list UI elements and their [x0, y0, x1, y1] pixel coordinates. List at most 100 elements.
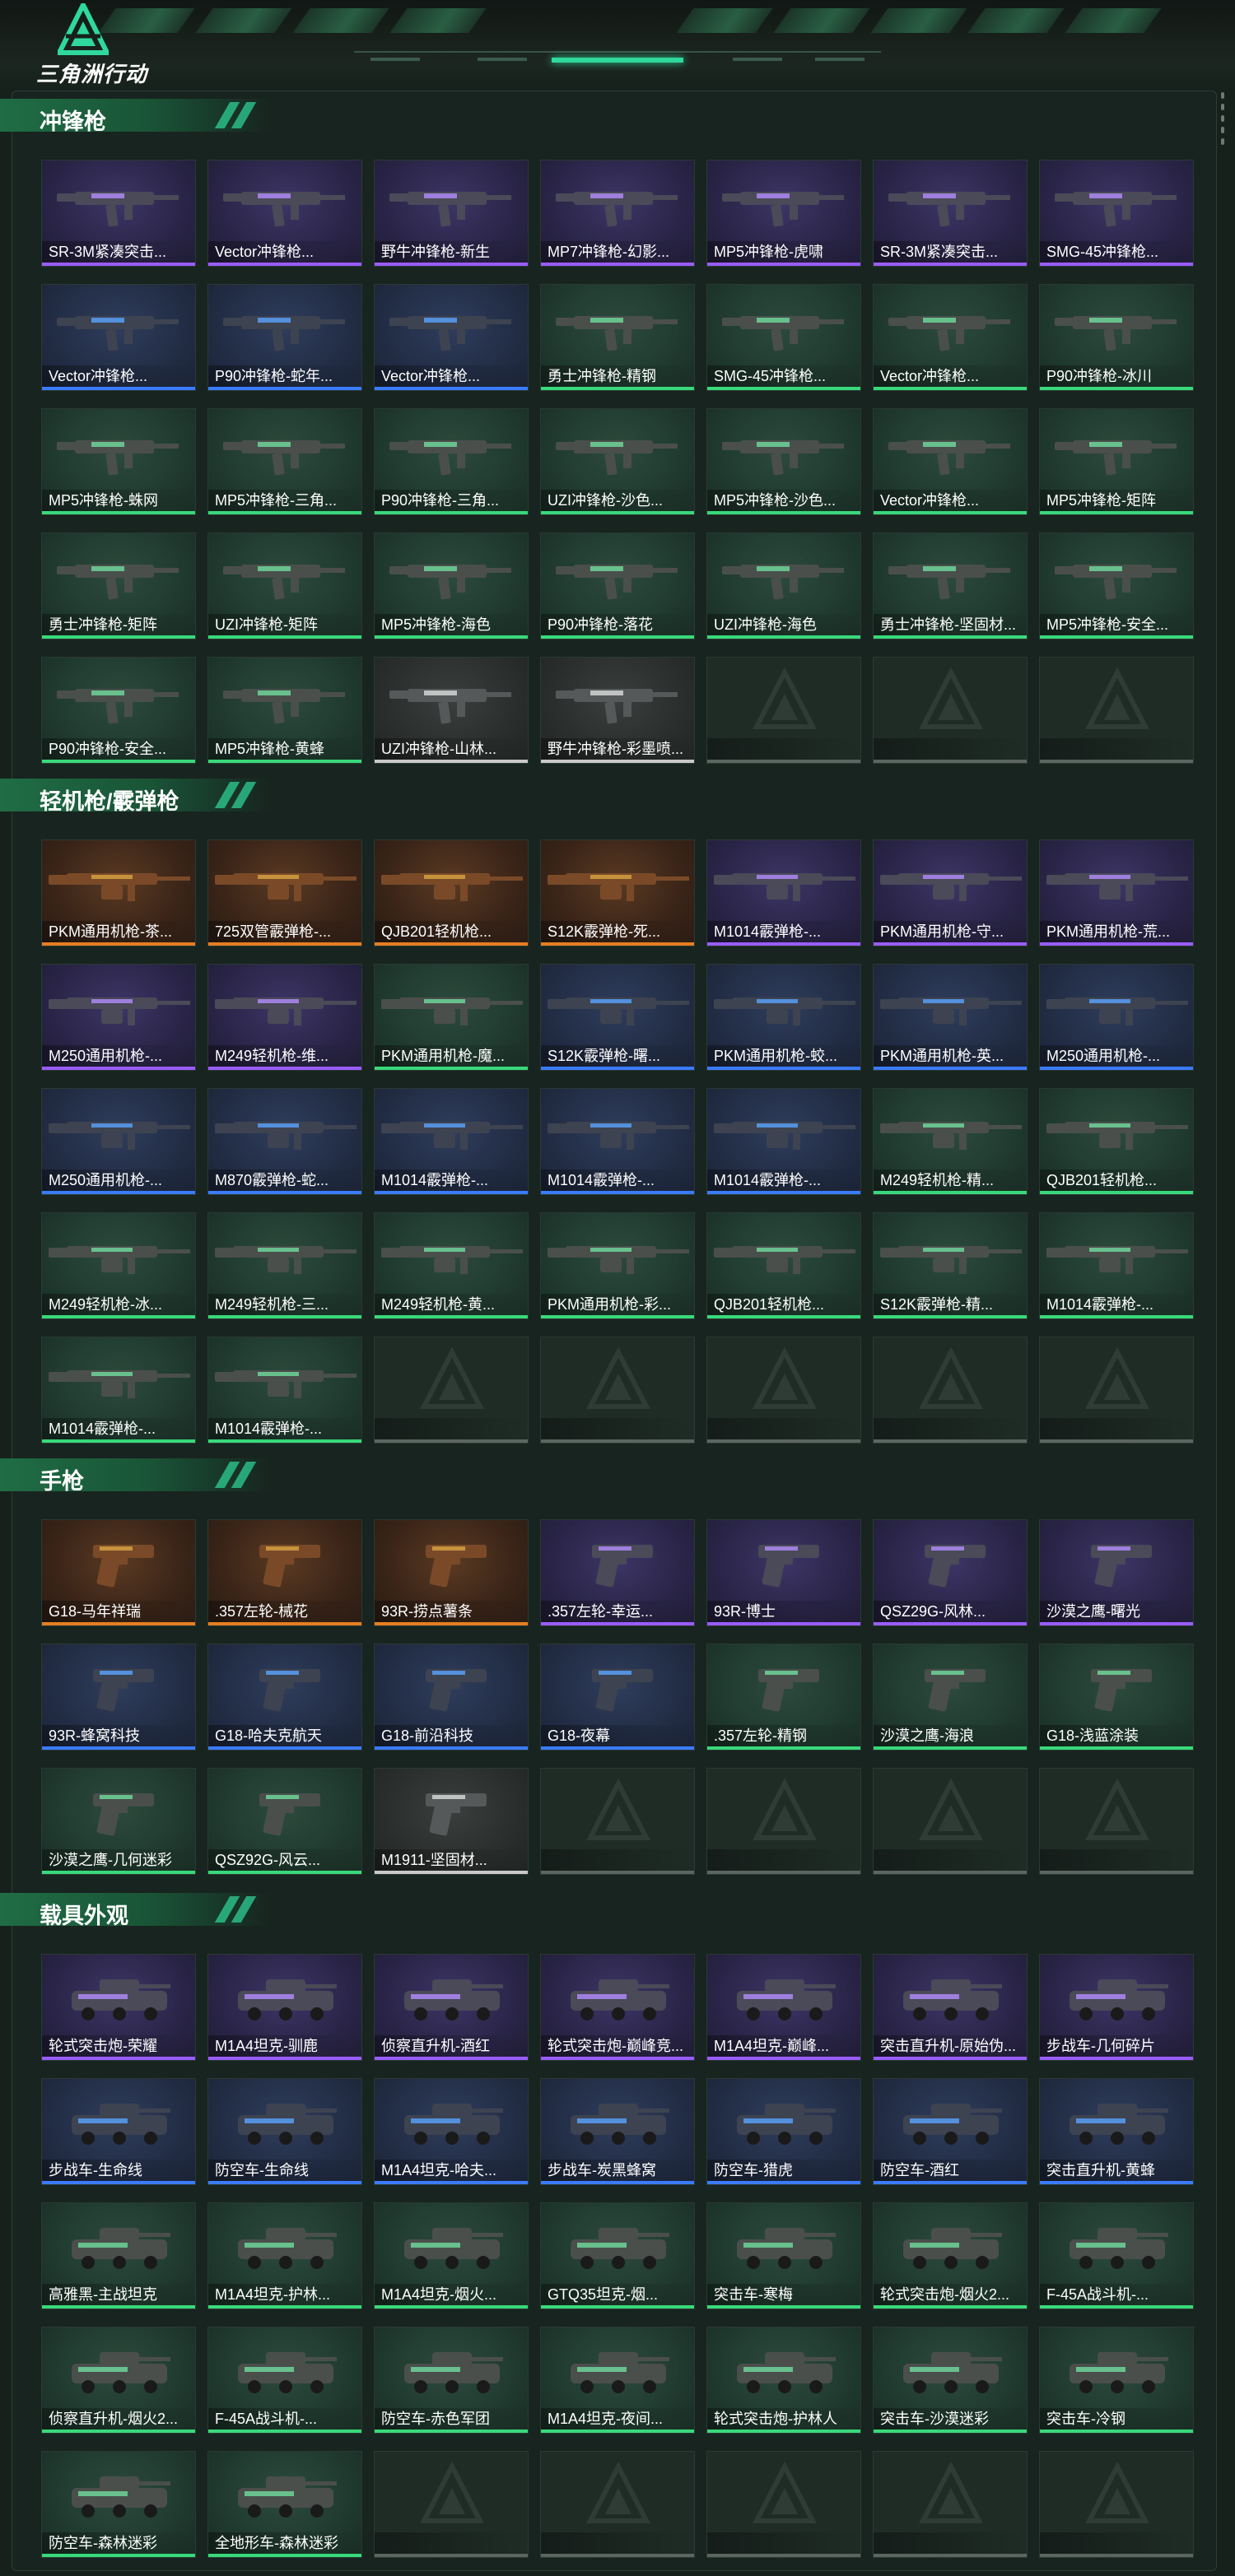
- skin-card[interactable]: MP5冲锋枪-蛛网: [41, 408, 196, 515]
- skin-card[interactable]: M1A4坦克-巅峰...: [706, 1954, 861, 2061]
- skin-card[interactable]: M1014霰弹枪-...: [706, 1088, 861, 1195]
- skin-card[interactable]: MP5冲锋枪-矩阵: [1039, 408, 1194, 515]
- skin-card[interactable]: G18-夜幕: [540, 1644, 695, 1751]
- skin-card[interactable]: 沙漠之鹰-几何迷彩: [41, 1768, 196, 1875]
- skin-card[interactable]: 93R-捞点薯条: [374, 1519, 529, 1626]
- skin-card[interactable]: 勇士冲锋枪-精钢: [540, 284, 695, 391]
- skin-card[interactable]: 侦察直升机-酒红: [374, 1954, 529, 2061]
- skin-card[interactable]: 野牛冲锋枪-新生: [374, 160, 529, 267]
- skin-card[interactable]: G18-浅蓝涂装: [1039, 1644, 1194, 1751]
- skin-card[interactable]: MP5冲锋枪-安全...: [1039, 532, 1194, 639]
- skin-card[interactable]: M250通用机枪-...: [41, 964, 196, 1071]
- skin-card[interactable]: 勇士冲锋枪-矩阵: [41, 532, 196, 639]
- skin-card[interactable]: MP5冲锋枪-海色: [374, 532, 529, 639]
- skin-card[interactable]: UZI冲锋枪-海色: [706, 532, 861, 639]
- skin-card[interactable]: M1014霰弹枪-...: [374, 1088, 529, 1195]
- skin-card[interactable]: M1014霰弹枪-...: [41, 1337, 196, 1444]
- skin-card[interactable]: 725双管霰弹枪-...: [207, 839, 362, 946]
- skin-card[interactable]: 轮式突击炮-护林人: [706, 2327, 861, 2434]
- skin-card[interactable]: M250通用机枪-...: [1039, 964, 1194, 1071]
- skin-card[interactable]: M870霰弹枪-蛇...: [207, 1088, 362, 1195]
- skin-card[interactable]: P90冲锋枪-蛇年...: [207, 284, 362, 391]
- skin-card[interactable]: PKM通用机枪-茶...: [41, 839, 196, 946]
- skin-card[interactable]: M1A4坦克-护林...: [207, 2202, 362, 2309]
- scrollbar[interactable]: [1220, 92, 1225, 158]
- skin-card[interactable]: Vector冲锋枪...: [873, 408, 1028, 515]
- skin-card[interactable]: M249轻机枪-冰...: [41, 1212, 196, 1319]
- skin-card[interactable]: QJB201轻机枪...: [374, 839, 529, 946]
- skin-card[interactable]: MP5冲锋枪-虎啸: [706, 160, 861, 267]
- skin-card[interactable]: Vector冲锋枪...: [41, 284, 196, 391]
- skin-card[interactable]: 防空车-生命线: [207, 2078, 362, 2185]
- skin-card[interactable]: MP5冲锋枪-三角...: [207, 408, 362, 515]
- skin-card[interactable]: PKM通用机枪-荒...: [1039, 839, 1194, 946]
- skin-card[interactable]: F-45A战斗机-...: [207, 2327, 362, 2434]
- skin-card[interactable]: 防空车-赤色军团: [374, 2327, 529, 2434]
- skin-card[interactable]: M1014霰弹枪-...: [706, 839, 861, 946]
- skin-card[interactable]: M249轻机枪-三...: [207, 1212, 362, 1319]
- skin-card[interactable]: SMG-45冲锋枪...: [706, 284, 861, 391]
- skin-card[interactable]: P90冲锋枪-三角...: [374, 408, 529, 515]
- skin-card[interactable]: PKM通用机枪-蛟...: [706, 964, 861, 1071]
- skin-card[interactable]: 93R-蜂窝科技: [41, 1644, 196, 1751]
- skin-card[interactable]: 突击车-沙漠迷彩: [873, 2327, 1028, 2434]
- skin-card[interactable]: UZI冲锋枪-山林...: [374, 657, 529, 764]
- skin-card[interactable]: MP5冲锋枪-黄蜂: [207, 657, 362, 764]
- skin-card[interactable]: P90冲锋枪-落花: [540, 532, 695, 639]
- skin-card[interactable]: UZI冲锋枪-沙色...: [540, 408, 695, 515]
- skin-card[interactable]: 步战车-炭黑蜂窝: [540, 2078, 695, 2185]
- skin-card[interactable]: QJB201轻机枪...: [706, 1212, 861, 1319]
- skin-card[interactable]: 侦察直升机-烟火2...: [41, 2327, 196, 2434]
- skin-card[interactable]: M1911-坚固材...: [374, 1768, 529, 1875]
- skin-card[interactable]: QSZ92G-风云...: [207, 1768, 362, 1875]
- skin-card[interactable]: G18-哈夫克航天: [207, 1644, 362, 1751]
- skin-card[interactable]: .357左轮-幸运...: [540, 1519, 695, 1626]
- skin-card[interactable]: 防空车-猎虎: [706, 2078, 861, 2185]
- skin-card[interactable]: 突击直升机-黄蜂: [1039, 2078, 1194, 2185]
- skin-card[interactable]: 轮式突击炮-荣耀: [41, 1954, 196, 2061]
- skin-card[interactable]: M250通用机枪-...: [41, 1088, 196, 1195]
- skin-card[interactable]: SR-3M紧凑突击...: [873, 160, 1028, 267]
- skin-card[interactable]: F-45A战斗机-...: [1039, 2202, 1194, 2309]
- skin-card[interactable]: 沙漠之鹰-曙光: [1039, 1519, 1194, 1626]
- skin-card[interactable]: MP5冲锋枪-沙色...: [706, 408, 861, 515]
- skin-card[interactable]: 93R-博士: [706, 1519, 861, 1626]
- skin-card[interactable]: M1014霰弹枪-...: [540, 1088, 695, 1195]
- skin-card[interactable]: SR-3M紧凑突击...: [41, 160, 196, 267]
- skin-card[interactable]: .357左轮-械花: [207, 1519, 362, 1626]
- skin-card[interactable]: M1014霰弹枪-...: [207, 1337, 362, 1444]
- skin-card[interactable]: PKM通用机枪-守...: [873, 839, 1028, 946]
- skin-card[interactable]: 全地形车-森林迷彩: [207, 2451, 362, 2558]
- skin-card[interactable]: PKM通用机枪-魔...: [374, 964, 529, 1071]
- skin-card[interactable]: PKM通用机枪-彩...: [540, 1212, 695, 1319]
- skin-card[interactable]: 沙漠之鹰-海浪: [873, 1644, 1028, 1751]
- skin-card[interactable]: QJB201轻机枪...: [1039, 1088, 1194, 1195]
- skin-card[interactable]: Vector冲锋枪...: [374, 284, 529, 391]
- skin-card[interactable]: 突击直升机-原始伪...: [873, 1954, 1028, 2061]
- skin-card[interactable]: SMG-45冲锋枪...: [1039, 160, 1194, 267]
- skin-card[interactable]: .357左轮-精钢: [706, 1644, 861, 1751]
- skin-card[interactable]: M249轻机枪-维...: [207, 964, 362, 1071]
- skin-card[interactable]: Vector冲锋枪...: [873, 284, 1028, 391]
- skin-card[interactable]: P90冲锋枪-冰川: [1039, 284, 1194, 391]
- skin-card[interactable]: 轮式突击炮-巅峰竞...: [540, 1954, 695, 2061]
- skin-card[interactable]: M249轻机枪-黄...: [374, 1212, 529, 1319]
- skin-card[interactable]: 勇士冲锋枪-坚固材...: [873, 532, 1028, 639]
- skin-card[interactable]: 突击车-寒梅: [706, 2202, 861, 2309]
- skin-card[interactable]: 突击车-冷钢: [1039, 2327, 1194, 2434]
- skin-card[interactable]: UZI冲锋枪-矩阵: [207, 532, 362, 639]
- skin-card[interactable]: M1A4坦克-驯鹿: [207, 1954, 362, 2061]
- skin-card[interactable]: 防空车-酒红: [873, 2078, 1028, 2185]
- skin-card[interactable]: M1014霰弹枪-...: [1039, 1212, 1194, 1319]
- skin-card[interactable]: 高雅黑-主战坦克: [41, 2202, 196, 2309]
- skin-card[interactable]: M249轻机枪-精...: [873, 1088, 1028, 1195]
- skin-card[interactable]: 轮式突击炮-烟火2...: [873, 2202, 1028, 2309]
- skin-card[interactable]: G18-马年祥瑞: [41, 1519, 196, 1626]
- skin-card[interactable]: S12K霰弹枪-曙...: [540, 964, 695, 1071]
- skin-card[interactable]: 防空车-森林迷彩: [41, 2451, 196, 2558]
- skin-card[interactable]: 步战车-生命线: [41, 2078, 196, 2185]
- skin-card[interactable]: QSZ29G-风林...: [873, 1519, 1028, 1626]
- skin-card[interactable]: S12K霰弹枪-精...: [873, 1212, 1028, 1319]
- skin-card[interactable]: PKM通用机枪-英...: [873, 964, 1028, 1071]
- skin-card[interactable]: MP7冲锋枪-幻影...: [540, 160, 695, 267]
